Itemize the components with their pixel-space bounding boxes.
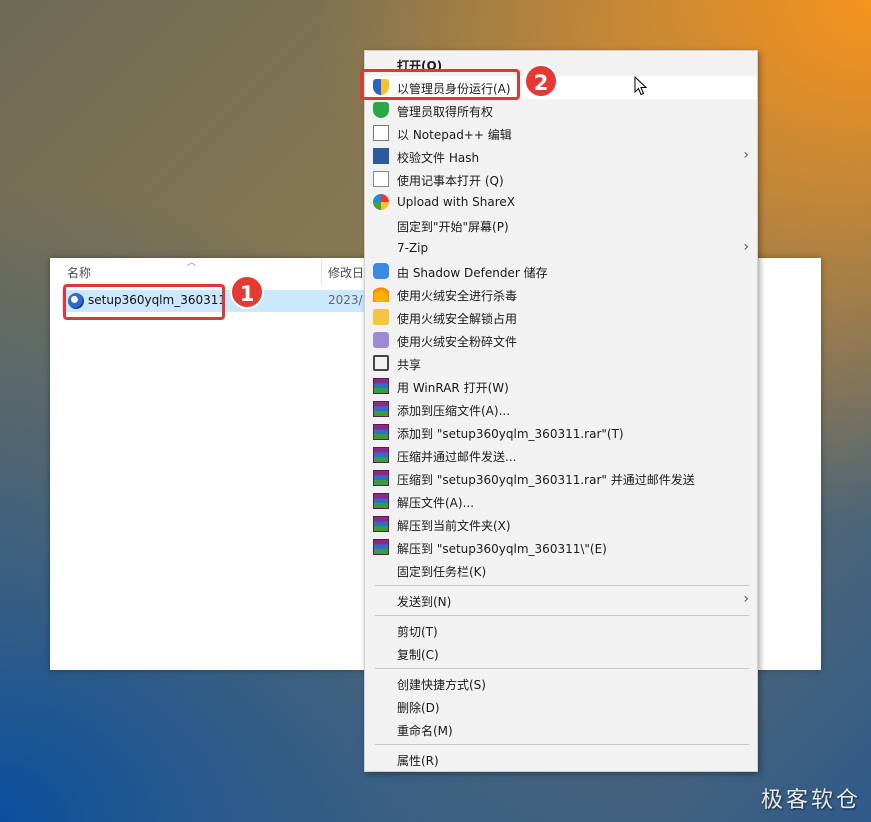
menu-item-16[interactable]: 添加到 "setup360yqlm_360311.rar"(T)	[365, 421, 757, 444]
menu-item-label: 解压文件(A)...	[397, 496, 475, 510]
sharex-icon	[373, 194, 389, 210]
winrar-icon	[373, 424, 389, 440]
menu-item-20[interactable]: 解压到当前文件夹(X)	[365, 513, 757, 536]
menu-item-28[interactable]: 重命名(M)	[365, 718, 757, 741]
green-shield-icon	[373, 102, 389, 118]
menu-item-26[interactable]: 创建快捷方式(S)	[365, 672, 757, 695]
menu-item-29[interactable]: 属性(R)	[365, 748, 757, 771]
menu-item-2[interactable]: 管理员取得所有权	[365, 99, 757, 122]
menu-item-15[interactable]: 添加到压缩文件(A)...	[365, 398, 757, 421]
menu-item-label: 重命名(M)	[397, 724, 453, 738]
menu-item-13[interactable]: 共享	[365, 352, 757, 375]
menu-item-3[interactable]: 以 Notepad++ 编辑	[365, 122, 757, 145]
context-menu: 打开(O) 以管理员身份运行(A) 管理员取得所有权以 Notepad++ 编辑 校验…	[364, 50, 758, 772]
chevron-right-icon: ›	[743, 591, 749, 607]
menu-separator	[375, 668, 749, 669]
menu-item-7[interactable]: 固定到"开始"屏幕(P)	[365, 214, 757, 237]
folder-lock-icon	[373, 309, 389, 325]
column-divider[interactable]	[321, 258, 322, 284]
menu-item-label: 使用记事本打开 (Q)	[397, 174, 504, 188]
menu-item-label: 固定到任务栏(K)	[397, 565, 487, 579]
menu-item-label: 以 Notepad++ 编辑	[397, 128, 512, 142]
sort-caret-icon: ︿	[187, 258, 197, 268]
huorong-icon	[373, 286, 389, 302]
column-date-modified[interactable]: 修改日	[328, 264, 364, 281]
step-badge-1: 1	[230, 275, 264, 309]
notepad-icon	[373, 171, 389, 187]
menu-item-25[interactable]: 复制(C)	[365, 642, 757, 665]
menu-item-6[interactable]: Upload with ShareX	[365, 191, 757, 214]
menu-item-label: 复制(C)	[397, 648, 439, 662]
menu-item-9[interactable]: 由 Shadow Defender 储存	[365, 260, 757, 283]
menu-item-12[interactable]: 使用火绒安全粉碎文件	[365, 329, 757, 352]
winrar-icon	[373, 493, 389, 509]
watermark: 极客软仓	[760, 788, 861, 813]
highlight-file	[63, 284, 225, 320]
menu-item-label: 管理员取得所有权	[397, 105, 494, 119]
menu-item-label: 删除(D)	[397, 701, 440, 715]
menu-item-27[interactable]: 删除(D)	[365, 695, 757, 718]
menu-item-label: 解压到 "setup360yqlm_360311\"(E)	[397, 542, 607, 556]
menu-item-22[interactable]: 固定到任务栏(K)	[365, 559, 757, 582]
menu-item-label: 使用火绒安全解锁占用	[397, 312, 518, 326]
menu-item-label: 添加到压缩文件(A)...	[397, 404, 511, 418]
menu-item-label: 7-Zip	[397, 241, 429, 255]
menu-item-label: 使用火绒安全进行杀毒	[397, 289, 518, 303]
menu-item-label: 创建快捷方式(S)	[397, 678, 486, 692]
menu-separator	[375, 744, 749, 745]
menu-item-label: 固定到"开始"屏幕(P)	[397, 220, 509, 234]
menu-item-14[interactable]: 用 WinRAR 打开(W)	[365, 375, 757, 398]
menu-item-label: 属性(R)	[397, 754, 439, 768]
menu-item-label: 校验文件 Hash	[397, 151, 480, 165]
menu-item-label: 压缩到 "setup360yqlm_360311.rar" 并通过邮件发送	[397, 473, 695, 487]
step-badge-2: 2	[524, 64, 558, 98]
notepadpp-icon	[373, 125, 389, 141]
menu-item-24[interactable]: 剪切(T)	[365, 619, 757, 642]
menu-item-label: 解压到当前文件夹(X)	[397, 519, 511, 533]
highlight-run-as-admin	[360, 69, 520, 100]
shadow-defender-icon	[373, 263, 389, 279]
menu-item-19[interactable]: 解压文件(A)...	[365, 490, 757, 513]
menu-item-label: 剪切(T)	[397, 625, 438, 639]
menu-separator	[375, 615, 749, 616]
menu-item-10[interactable]: 使用火绒安全进行杀毒	[365, 283, 757, 306]
share-icon	[373, 355, 389, 371]
menu-item-label: 用 WinRAR 打开(W)	[397, 381, 509, 395]
menu-item-4[interactable]: 校验文件 Hash ›	[365, 145, 757, 168]
menu-item-21[interactable]: 解压到 "setup360yqlm_360311\"(E)	[365, 536, 757, 559]
menu-separator	[375, 585, 749, 586]
menu-item-label: 使用火绒安全粉碎文件	[397, 335, 518, 349]
powershell-icon	[373, 148, 389, 164]
menu-item-label: 共享	[397, 358, 422, 372]
menu-item-18[interactable]: 压缩到 "setup360yqlm_360311.rar" 并通过邮件发送	[365, 467, 757, 490]
menu-item-label: Upload with ShareX	[397, 195, 515, 209]
chevron-right-icon: ›	[743, 147, 749, 163]
mouse-cursor-icon	[634, 76, 648, 96]
winrar-icon	[373, 401, 389, 417]
shredder-icon	[373, 332, 389, 348]
menu-item-label: 添加到 "setup360yqlm_360311.rar"(T)	[397, 427, 624, 441]
menu-item-label: 发送到(N)	[397, 595, 452, 609]
winrar-icon	[373, 447, 389, 463]
winrar-icon	[373, 516, 389, 532]
menu-item-17[interactable]: 压缩并通过邮件发送...	[365, 444, 757, 467]
winrar-icon	[373, 539, 389, 555]
menu-item-23[interactable]: 发送到(N) ›	[365, 589, 757, 612]
column-name[interactable]: 名称	[67, 264, 91, 281]
menu-item-8[interactable]: 7-Zip ›	[365, 237, 757, 260]
menu-item-11[interactable]: 使用火绒安全解锁占用	[365, 306, 757, 329]
winrar-icon	[373, 470, 389, 486]
menu-item-label: 由 Shadow Defender 储存	[397, 266, 548, 280]
menu-item-label: 压缩并通过邮件发送...	[397, 450, 517, 464]
file-date: 2023/	[328, 293, 363, 307]
chevron-right-icon: ›	[743, 239, 749, 255]
winrar-icon	[373, 378, 389, 394]
menu-item-5[interactable]: 使用记事本打开 (Q)	[365, 168, 757, 191]
